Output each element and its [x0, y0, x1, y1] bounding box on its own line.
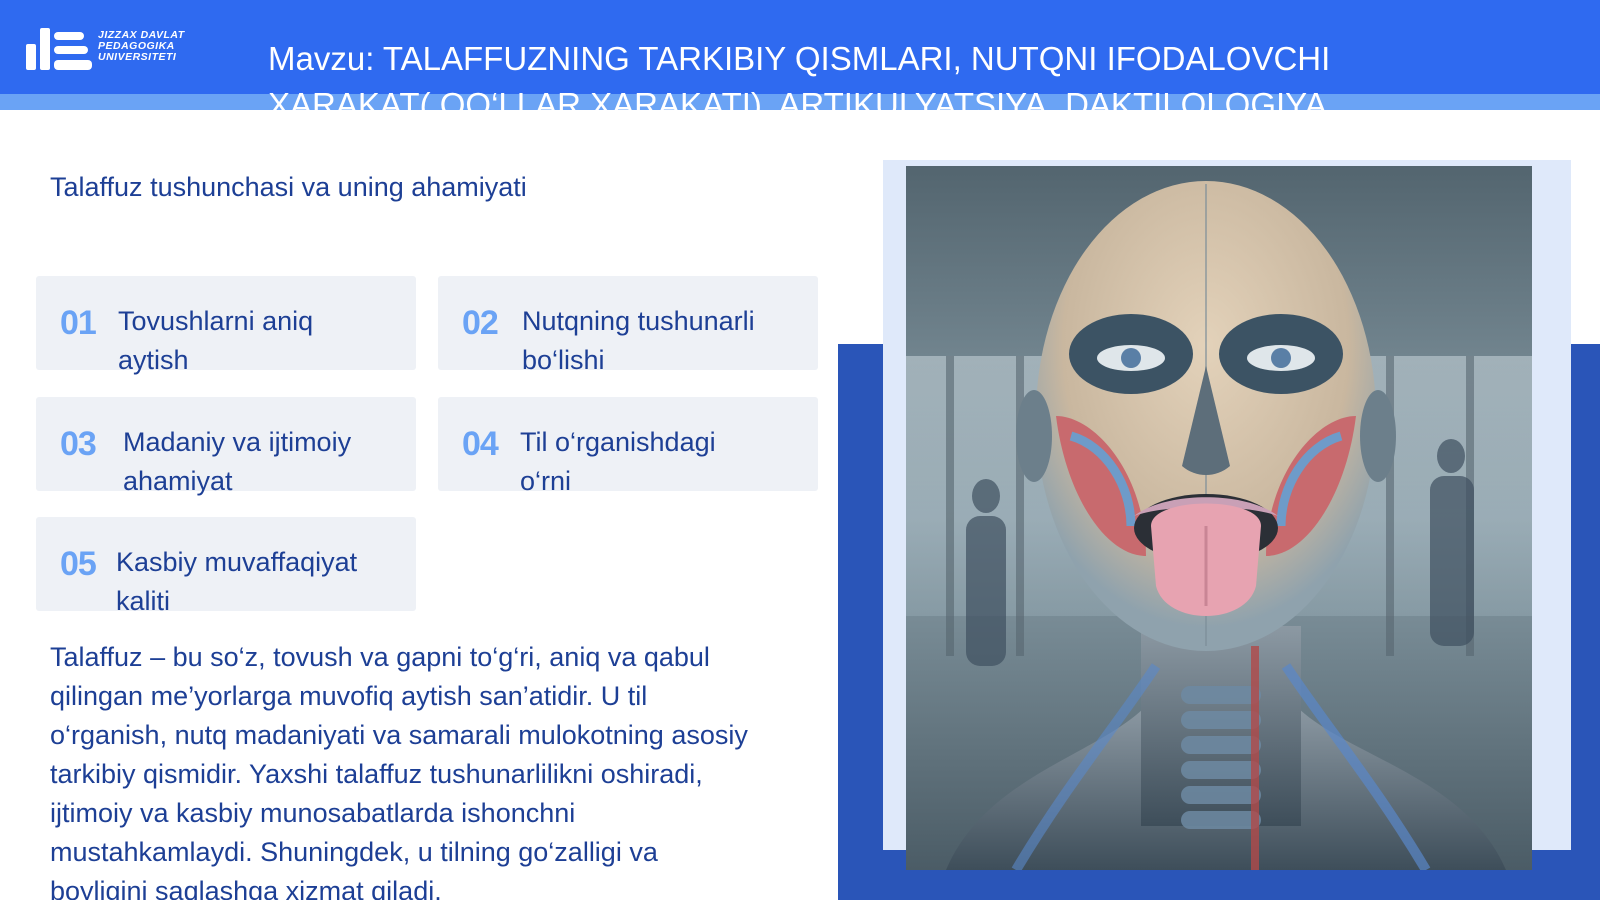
point-card-02: 02 Nutqning tushunarli bo‘lishi [438, 276, 818, 375]
point-card-05: 05 Kasbiy muvaffaqiyat kaliti [36, 517, 416, 616]
point-text-line: Tovushlarni aniq [118, 306, 314, 336]
paragraph-line: Talaffuz – bu so‘z, tovush va gapni to‘g… [50, 642, 710, 672]
logo-text: JIZZAX DAVLAT PEDAGOGIKA UNIVERSITETI [98, 30, 218, 63]
body-paragraph: Talaffuz – bu so‘z, tovush va gapni to‘g… [50, 638, 820, 900]
page-title-line2: XARAKAT( QO‘LLAR XARAKATI), ARTIKULYATSI… [268, 86, 1327, 110]
section-subtitle: Talaffuz tushunchasi va uning ahamiyati [50, 172, 527, 202]
point-text-line: ahamiyat [123, 466, 233, 496]
point-number: 03 [60, 425, 97, 463]
point-number: 05 [60, 545, 97, 583]
paragraph-line: ijtimoiy va kasbiy munosabatlarda ishonc… [50, 798, 576, 828]
point-text-line: bo‘lishi [522, 345, 605, 375]
point-text-line: Til o‘rganishdagi [520, 427, 716, 457]
header-bar: JIZZAX DAVLAT PEDAGOGIKA UNIVERSITETI Ma… [0, 0, 1600, 94]
point-text-line: aytish [118, 345, 189, 375]
page-title: Mavzu: TALAFFUZNING TARKIBIY QISMLARI, N… [268, 40, 1331, 77]
point-text-line: Kasbiy muvaffaqiyat [116, 547, 358, 577]
point-text: Madaniy va ijtimoiy ahamiyat [123, 423, 393, 501]
paragraph-line: o‘rganish, nutq madaniyati va samarali m… [50, 720, 748, 750]
point-text: Tovushlarni aniq aytish [118, 302, 388, 380]
point-number: 01 [60, 304, 97, 342]
university-logo: JIZZAX DAVLAT PEDAGOGIKA UNIVERSITETI [24, 22, 214, 74]
point-card-04: 04 Til o‘rganishdagi o‘rni [438, 397, 818, 496]
point-number: 02 [462, 304, 499, 342]
paragraph-line: mustahkamlaydi. Shuningdek, u tilning go… [50, 837, 658, 867]
point-text-line: o‘rni [520, 466, 572, 496]
point-text-line: Nutqning tushunarli [522, 306, 755, 336]
point-text: Kasbiy muvaffaqiyat kaliti [116, 543, 386, 621]
head-anatomy-illustration [906, 166, 1532, 870]
point-text-line: kaliti [116, 586, 171, 616]
head-anatomy-icon [906, 166, 1532, 870]
logo-text-line: UNIVERSITETI [98, 51, 177, 63]
point-number: 04 [462, 425, 499, 463]
paragraph-line: tarkibiy qismidir. Yaxshi talaffuz tushu… [50, 759, 703, 789]
university-logo-icon [26, 28, 92, 70]
point-text: Til o‘rganishdagi o‘rni [520, 423, 790, 501]
point-text: Nutqning tushunarli bo‘lishi [522, 302, 792, 380]
paragraph-line: boyligini saqlashga xizmat qiladi. [50, 876, 442, 900]
point-card-03: 03 Madaniy va ijtimoiy ahamiyat [36, 397, 416, 496]
page-title-continued: XARAKAT( QO‘LLAR XARAKATI), ARTIKULYATSI… [268, 82, 1568, 110]
point-card-01: 01 Tovushlarni aniq aytish [36, 276, 416, 375]
point-text-line: Madaniy va ijtimoiy [123, 427, 352, 457]
paragraph-line: qilingan me’yorlarga muvofiq aytish san’… [50, 681, 648, 711]
